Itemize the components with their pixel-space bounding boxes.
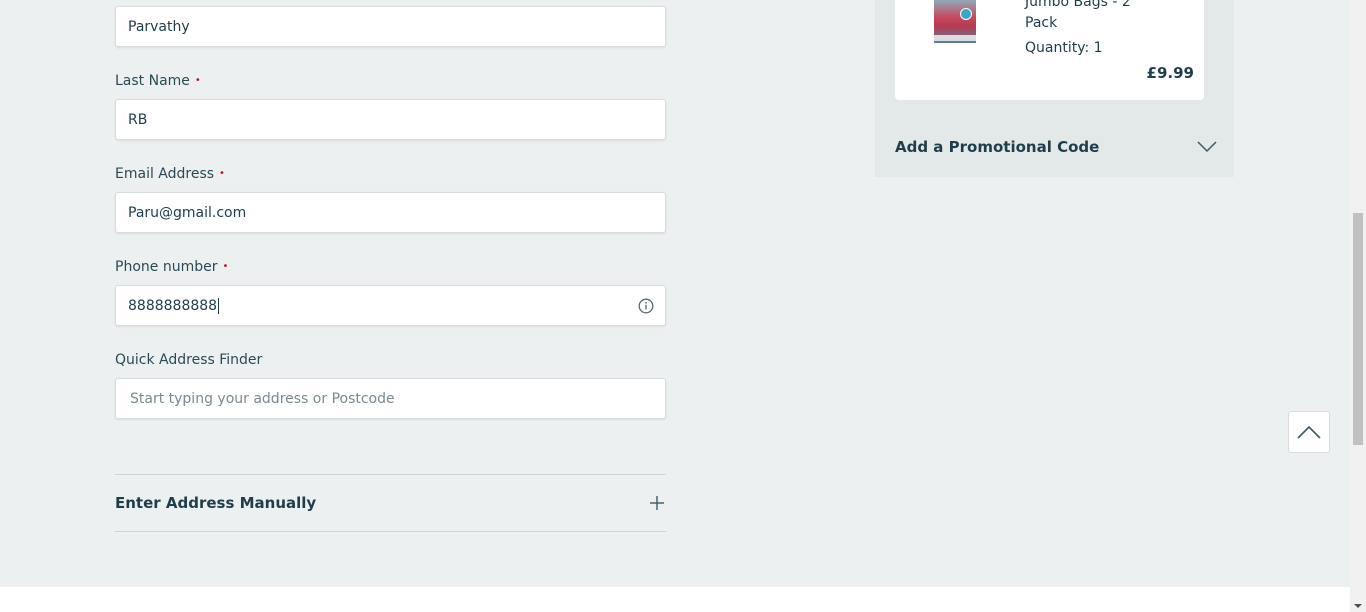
address-finder-label: Quick Address Finder bbox=[115, 352, 263, 368]
phone-field[interactable]: 8888888888 bbox=[115, 285, 666, 326]
scroll-down-arrow-icon[interactable] bbox=[1354, 604, 1362, 608]
last-name-label: Last Name • bbox=[115, 73, 201, 89]
scrollbar-thumb[interactable] bbox=[1353, 213, 1363, 445]
last-name-field[interactable]: RB bbox=[115, 99, 666, 140]
product-card: Jumbo Bags - 2 Pack Quantity: 1 £9.99 bbox=[895, 0, 1204, 100]
product-name: Jumbo Bags - 2 Pack bbox=[1025, 0, 1131, 31]
promo-code-label: Add a Promotional Code bbox=[895, 138, 1100, 156]
info-icon[interactable] bbox=[638, 298, 654, 314]
product-image-strip bbox=[934, 35, 976, 41]
enter-address-manually-toggle[interactable]: Enter Address Manually bbox=[115, 476, 666, 530]
footer-band bbox=[0, 587, 1350, 612]
plus-icon bbox=[650, 496, 664, 510]
email-value: Paru@gmail.com bbox=[128, 204, 247, 221]
last-name-value: RB bbox=[128, 111, 148, 128]
first-name-field[interactable]: Parvathy bbox=[115, 6, 666, 47]
divider bbox=[115, 531, 666, 532]
address-finder-input[interactable]: Start typing your address or Postcode bbox=[115, 378, 666, 419]
required-marker: • bbox=[194, 75, 201, 86]
email-field[interactable]: Paru@gmail.com bbox=[115, 192, 666, 233]
phone-value: 8888888888 bbox=[128, 297, 218, 314]
first-name-value: Parvathy bbox=[128, 18, 190, 35]
required-marker: • bbox=[219, 168, 225, 179]
product-image-badge bbox=[960, 8, 972, 20]
product-quantity: Quantity: 1 bbox=[1025, 40, 1103, 56]
product-image bbox=[934, 0, 976, 43]
text-caret bbox=[218, 297, 220, 314]
vertical-scrollbar[interactable] bbox=[1350, 0, 1366, 612]
email-label: Email Address • bbox=[115, 166, 225, 182]
divider bbox=[115, 474, 666, 475]
enter-address-manually-label: Enter Address Manually bbox=[115, 494, 317, 512]
address-finder-placeholder: Start typing your address or Postcode bbox=[130, 390, 395, 407]
chevron-down-icon bbox=[1197, 141, 1217, 153]
required-marker: • bbox=[222, 261, 229, 272]
chevron-up-icon bbox=[1297, 425, 1321, 439]
back-to-top-button[interactable] bbox=[1288, 411, 1330, 453]
promo-code-toggle[interactable]: Add a Promotional Code bbox=[895, 130, 1217, 164]
product-price: £9.99 bbox=[1146, 64, 1194, 82]
phone-label: Phone number • bbox=[115, 259, 229, 275]
